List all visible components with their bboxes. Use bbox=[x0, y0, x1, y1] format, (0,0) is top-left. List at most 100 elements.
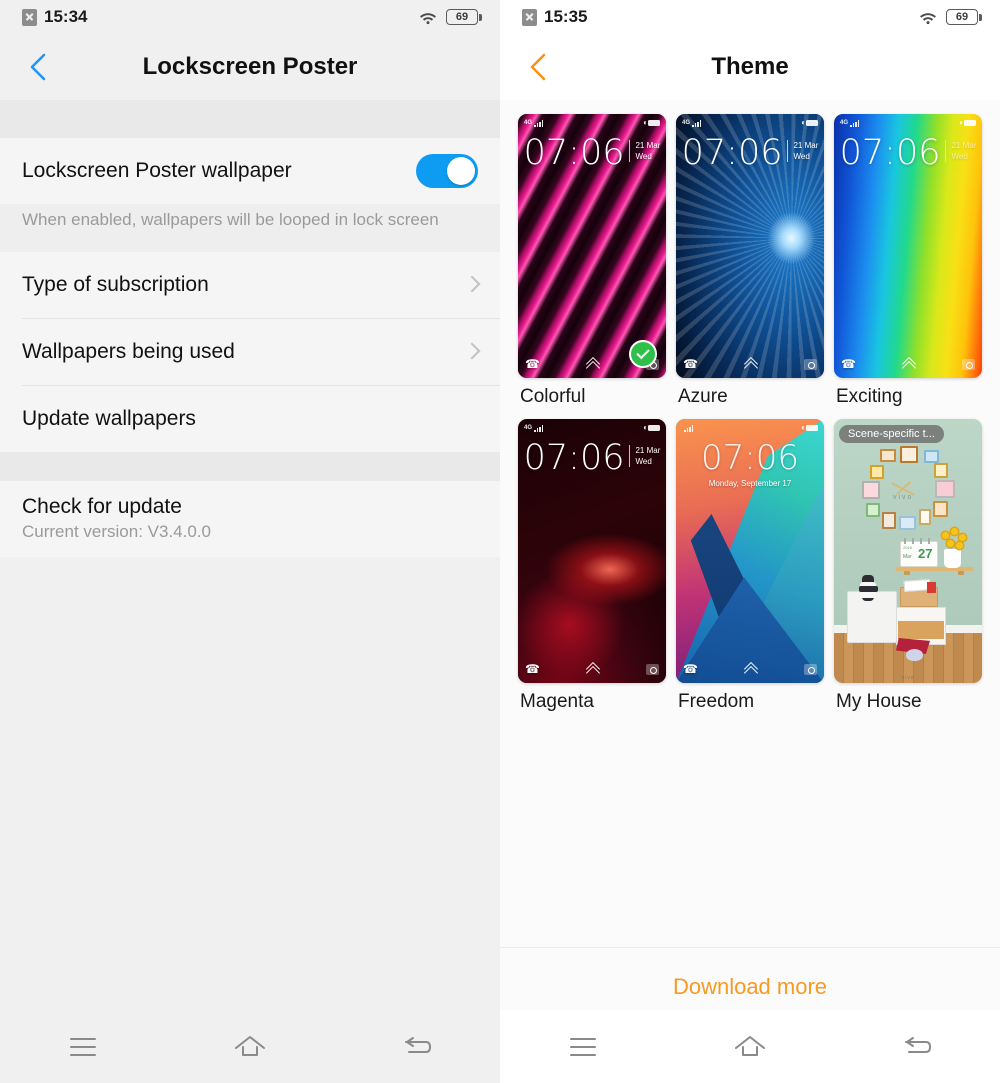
nav-bar-right bbox=[500, 1010, 1000, 1083]
calendar-day: 27 bbox=[918, 546, 933, 561]
menu-glyph bbox=[570, 1037, 597, 1056]
battery-icon bbox=[648, 120, 660, 126]
theme-card-magenta[interactable]: 4G ◐ 07:06 21 Mar Wed ☎ Magenta bbox=[518, 419, 666, 713]
thumb-status-bar: 4G ◐ bbox=[518, 422, 666, 434]
theme-card-azure[interactable]: 4G ◐ 07:06 21 Mar Wed ☎ Azure bbox=[676, 114, 824, 408]
theme-grid: 4G ◐ 07:06 21 Mar Wed ☎ Colorful 4G ◐ 07… bbox=[500, 100, 1000, 713]
camera-icon bbox=[961, 358, 975, 370]
nav-bar-left bbox=[0, 1010, 500, 1083]
theme-card-my-house[interactable]: vivo 2018 Mar 27 vivo Scene-specific t..… bbox=[834, 419, 982, 713]
theme-card-colorful[interactable]: 4G ◐ 07:06 21 Mar Wed ☎ Colorful bbox=[518, 114, 666, 408]
theme-card-exciting[interactable]: 4G ◐ 07:06 21 Mar Wed ☎ Exciting bbox=[834, 114, 982, 408]
signal-bars-icon bbox=[684, 425, 693, 432]
thumb-status-bar: 4G ◐ bbox=[518, 117, 666, 129]
menu-icon[interactable] bbox=[48, 1021, 118, 1073]
theme-thumbnail[interactable]: 4G ◐ 07:06 21 Mar Wed ☎ bbox=[834, 114, 982, 378]
helper-text: When enabled, wallpapers will be looped … bbox=[22, 210, 439, 229]
back-chevron-icon[interactable] bbox=[22, 50, 56, 84]
theme-thumbnail[interactable]: 4G ◐ 07:06 21 Mar Wed ☎ bbox=[518, 114, 666, 378]
calendar-month: Mar bbox=[903, 554, 912, 560]
battery-indicator: 69 bbox=[946, 9, 982, 25]
back-chevron-icon[interactable] bbox=[522, 50, 556, 84]
row-check-for-update[interactable]: Check for update Current version: V3.4.0… bbox=[0, 481, 500, 557]
calendar-year: 2018 bbox=[903, 545, 912, 550]
thumb-clock: 07:06 21 Mar Wed bbox=[518, 136, 666, 171]
thumb-status-bar: 4G ◐ bbox=[676, 117, 824, 129]
sim-off-icon bbox=[22, 8, 37, 26]
scene-specific-badge: Scene-specific t... bbox=[839, 425, 944, 443]
theme-content: 4G ◐ 07:06 21 Mar Wed ☎ Colorful 4G ◐ 07… bbox=[500, 100, 1000, 1010]
status-left-group: 15:34 bbox=[22, 7, 87, 27]
theme-thumbnail[interactable]: vivo 2018 Mar 27 vivo Scene-specific t..… bbox=[834, 419, 982, 683]
thumb-date: Monday, September 17 bbox=[708, 479, 792, 488]
home-icon[interactable] bbox=[715, 1021, 785, 1073]
battery-level: 69 bbox=[955, 10, 969, 23]
row-wallpapers-being-used[interactable]: Wallpapers being used bbox=[0, 319, 500, 385]
row-label: Check for update bbox=[22, 494, 182, 518]
thumb-clock: 07:06 Monday, September 17 bbox=[676, 441, 824, 489]
signal-bars-icon bbox=[850, 120, 860, 127]
battery-icon bbox=[648, 425, 660, 431]
thumb-date: 21 Mar Wed bbox=[629, 445, 660, 467]
thumb-clock: 07:06 21 Mar Wed bbox=[518, 441, 666, 476]
signal-bars-icon bbox=[692, 120, 702, 127]
settings-list: Lockscreen Poster wallpaper When enabled… bbox=[0, 100, 500, 1010]
back-icon[interactable] bbox=[882, 1021, 952, 1073]
title-bar-left: Lockscreen Poster bbox=[0, 34, 500, 100]
chevron-up-icon bbox=[900, 358, 918, 370]
status-clock: 15:34 bbox=[44, 7, 88, 26]
thumb-status-bar: 4G ◐ bbox=[834, 117, 982, 129]
toggle-knob bbox=[447, 157, 475, 185]
theme-thumbnail[interactable]: 4G ◐ 07:06 21 Mar Wed ☎ bbox=[676, 114, 824, 378]
title-bar-right: Theme bbox=[500, 34, 1000, 100]
row-label: Lockscreen Poster wallpaper bbox=[22, 159, 292, 182]
phone-icon: ☎ bbox=[841, 357, 856, 371]
settings-group: Type of subscription Wallpapers being us… bbox=[0, 252, 500, 452]
thumb-time: 07:06 bbox=[701, 438, 799, 478]
helper-text-band: When enabled, wallpapers will be looped … bbox=[0, 204, 500, 252]
thumb-signal-label: 4G bbox=[524, 425, 533, 431]
phone-icon: ☎ bbox=[525, 662, 540, 676]
thumb-time: 07:06 bbox=[523, 438, 625, 478]
chevron-up-icon bbox=[742, 358, 760, 370]
thumb-bottom-shortcuts: ☎ bbox=[676, 355, 824, 373]
dual-screenshot: 15:34 69 Lockscreen Poster Lockscreen Po… bbox=[0, 0, 1000, 1083]
section-gap bbox=[0, 452, 500, 481]
lockscreen-poster-settings-screen: 15:34 69 Lockscreen Poster Lockscreen Po… bbox=[0, 0, 500, 1083]
theme-thumbnail[interactable]: 4G ◐ 07:06 21 Mar Wed ☎ bbox=[518, 419, 666, 683]
phone-icon: ☎ bbox=[525, 357, 540, 371]
thumb-date: 21 Mar Wed bbox=[945, 140, 976, 162]
camera-icon bbox=[803, 358, 817, 370]
theme-card-freedom[interactable]: ◐ 07:06 Monday, September 17 ☎ Freedom bbox=[676, 419, 824, 713]
home-icon[interactable] bbox=[215, 1021, 285, 1073]
battery-indicator: 69 bbox=[446, 9, 482, 25]
thumb-date: 21 Mar Wed bbox=[629, 140, 660, 162]
thumb-signal-label: 4G bbox=[682, 120, 691, 126]
row-type-of-subscription[interactable]: Type of subscription bbox=[0, 252, 500, 318]
signal-bars-icon bbox=[534, 425, 544, 432]
theme-name: Azure bbox=[678, 386, 728, 407]
row-update-wallpapers[interactable]: Update wallpapers bbox=[0, 386, 500, 452]
signal-bars-icon bbox=[534, 120, 544, 127]
empty-space bbox=[0, 557, 500, 1010]
back-icon[interactable] bbox=[382, 1021, 452, 1073]
phone-icon: ☎ bbox=[683, 662, 698, 676]
section-gap bbox=[0, 100, 500, 138]
chevron-up-icon bbox=[584, 663, 602, 675]
lockscreen-poster-wallpaper-toggle[interactable] bbox=[416, 154, 478, 188]
battery-icon bbox=[964, 120, 976, 126]
menu-icon[interactable] bbox=[548, 1021, 618, 1073]
theme-name: My House bbox=[836, 691, 922, 712]
lockscreen-poster-wallpaper-row[interactable]: Lockscreen Poster wallpaper bbox=[0, 138, 500, 204]
wifi-icon bbox=[418, 10, 438, 25]
theme-thumbnail[interactable]: ◐ 07:06 Monday, September 17 ☎ bbox=[676, 419, 824, 683]
theme-name: Magenta bbox=[520, 691, 594, 712]
battery-icon bbox=[806, 120, 818, 126]
download-more-link[interactable]: Download more bbox=[673, 974, 827, 999]
chevron-right-icon bbox=[466, 275, 478, 295]
current-version-text: Current version: V3.4.0.0 bbox=[22, 521, 211, 541]
wallpaper-preview: vivo 2018 Mar 27 vivo bbox=[834, 419, 982, 683]
selected-check-icon bbox=[629, 340, 657, 368]
camera-icon bbox=[645, 663, 659, 675]
theme-picker-screen: 15:35 69 Theme 4G ◐ 07:06 21 Mar Wed ☎ C… bbox=[500, 0, 1000, 1083]
